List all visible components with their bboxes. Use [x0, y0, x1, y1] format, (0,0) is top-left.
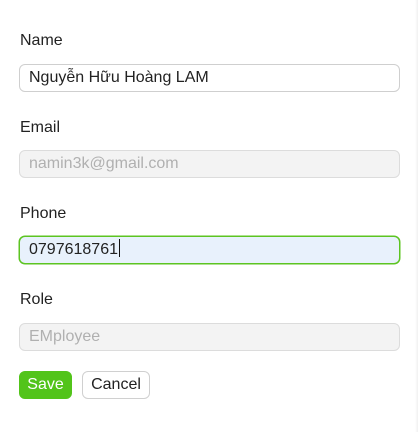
phone-label: Phone — [20, 205, 67, 222]
cancel-button[interactable]: Cancel — [82, 371, 150, 399]
email-field: namin3k@gmail.com — [19, 150, 400, 178]
name-field[interactable]: Nguyễn Hữu Hoàng LAM — [19, 64, 400, 92]
name-label: Name — [20, 32, 63, 49]
phone-value: 0797618761 — [29, 241, 118, 258]
edit-user-form: Name Nguyễn Hữu Hoàng LAM Email namin3k@… — [0, 0, 418, 432]
email-value: namin3k@gmail.com — [29, 155, 179, 172]
phone-field[interactable]: 0797618761 — [19, 236, 400, 264]
text-caret — [118, 239, 120, 257]
name-value: Nguyễn Hữu Hoàng LAM — [29, 69, 209, 86]
email-label: Email — [20, 119, 61, 136]
save-button[interactable]: Save — [19, 371, 72, 399]
role-value: EMployee — [29, 328, 101, 345]
role-label: Role — [20, 291, 53, 308]
role-field: EMployee — [19, 323, 400, 351]
